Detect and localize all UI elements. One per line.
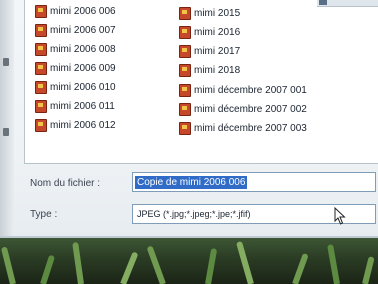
file-name: mimi 2018 (194, 64, 241, 76)
file-item[interactable]: mimi 2006 012 (35, 118, 116, 132)
leaf (146, 245, 166, 284)
filename-input[interactable]: Copie de mimi 2006 006 (132, 172, 376, 192)
image-file-icon (179, 25, 191, 39)
edge-marker (3, 128, 9, 136)
file-name: mimi 2015 (194, 7, 241, 19)
image-file-icon (179, 6, 191, 20)
image-file-icon (35, 118, 47, 132)
file-name: mimi 2006 007 (50, 24, 116, 36)
file-list-panel[interactable]: mimi 2006 006 mimi 2006 007 mimi 2006 00… (24, 0, 378, 164)
file-name: mimi 2006 010 (50, 81, 116, 93)
leaf (327, 244, 340, 284)
save-form: Nom du fichier : Copie de mimi 2006 006 … (24, 164, 378, 244)
file-item[interactable]: mimi 2006 007 (35, 23, 116, 37)
image-file-icon (35, 42, 47, 56)
leaf (0, 246, 16, 284)
file-item[interactable]: mimi décembre 2007 003 (179, 121, 307, 135)
image-file-icon (179, 63, 191, 77)
leaf (205, 248, 218, 284)
file-item[interactable]: mimi 2006 010 (35, 80, 116, 94)
edge-marker (3, 58, 9, 66)
file-item[interactable]: mimi 2017 (179, 44, 240, 58)
file-icon (319, 0, 327, 5)
type-label: Type : (30, 209, 58, 220)
file-item[interactable]: mimi décembre 2007 002 (179, 102, 307, 116)
image-file-icon (179, 44, 191, 58)
file-name: mimi 2006 009 (50, 62, 116, 74)
background-plants (0, 238, 378, 284)
leaf (120, 251, 139, 284)
filename-selected-text: Copie de mimi 2006 006 (135, 175, 248, 189)
file-name: mimi décembre 2007 002 (194, 103, 307, 115)
file-name: mimi décembre 2007 001 (194, 84, 307, 96)
image-file-icon (179, 102, 191, 116)
dialog-left-edge (0, 0, 14, 240)
file-item[interactable]: mimi 2015 (179, 6, 240, 20)
leaf (362, 256, 375, 284)
file-name: mimi 2006 006 (50, 5, 116, 17)
file-item[interactable]: mimi 2016 (179, 25, 240, 39)
image-file-icon (35, 23, 47, 37)
image-file-icon (35, 61, 47, 75)
image-file-icon (35, 99, 47, 113)
filename-label: Nom du fichier : (30, 178, 101, 189)
cut-off-item (317, 0, 378, 7)
leaf (72, 241, 84, 284)
mouse-pointer-icon (334, 207, 346, 225)
file-item[interactable]: mimi 2006 008 (35, 42, 116, 56)
file-item[interactable]: mimi 2006 011 (35, 99, 115, 113)
file-name: mimi 2017 (194, 45, 241, 57)
save-dialog: mimi 2006 006 mimi 2006 007 mimi 2006 00… (0, 0, 378, 284)
image-file-icon (179, 121, 191, 135)
file-item[interactable]: mimi 2006 006 (35, 4, 116, 18)
file-item[interactable]: mimi 2006 009 (35, 61, 116, 75)
leaf (40, 254, 56, 284)
file-name: mimi 2006 011 (50, 100, 115, 112)
image-file-icon (35, 4, 47, 18)
image-file-icon (35, 80, 47, 94)
image-file-icon (179, 83, 191, 97)
file-type-value: JPEG (*.jpg;*.jpeg;*.jpe;*.jfif) (137, 209, 251, 219)
leaf (292, 252, 309, 284)
file-name: mimi 2016 (194, 26, 241, 38)
file-name: mimi 2006 012 (50, 119, 116, 131)
file-item[interactable]: mimi 2018 (179, 63, 240, 77)
file-item[interactable]: mimi décembre 2007 001 (179, 83, 307, 97)
leaf (235, 240, 254, 284)
file-name: mimi décembre 2007 003 (194, 122, 307, 134)
file-name: mimi 2006 008 (50, 43, 116, 55)
